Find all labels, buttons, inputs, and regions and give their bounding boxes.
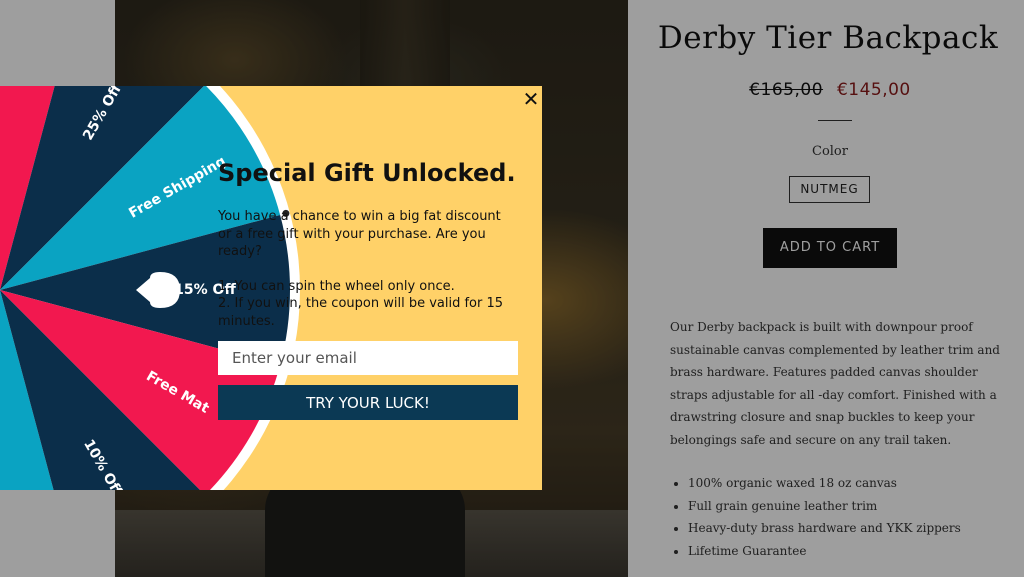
try-your-luck-button[interactable]: TRY YOUR LUCK! (218, 385, 518, 420)
popup-headline: Special Gift Unlocked. (218, 159, 516, 187)
popup-body: You have a chance to win a big fat disco… (218, 208, 518, 330)
popup-rule-1: 1. You can spin the wheel only once. (218, 278, 455, 294)
popup-rule-2: 2. If you win, the coupon will be valid … (218, 296, 504, 329)
close-icon[interactable]: ✕ (521, 89, 541, 109)
spin-wheel-popup: 25% Off Free Shipping 15% Off Free Mat 10% O… (0, 86, 542, 490)
email-input[interactable] (218, 341, 518, 375)
popup-intro: You have a chance to win a big fat disco… (218, 209, 501, 259)
